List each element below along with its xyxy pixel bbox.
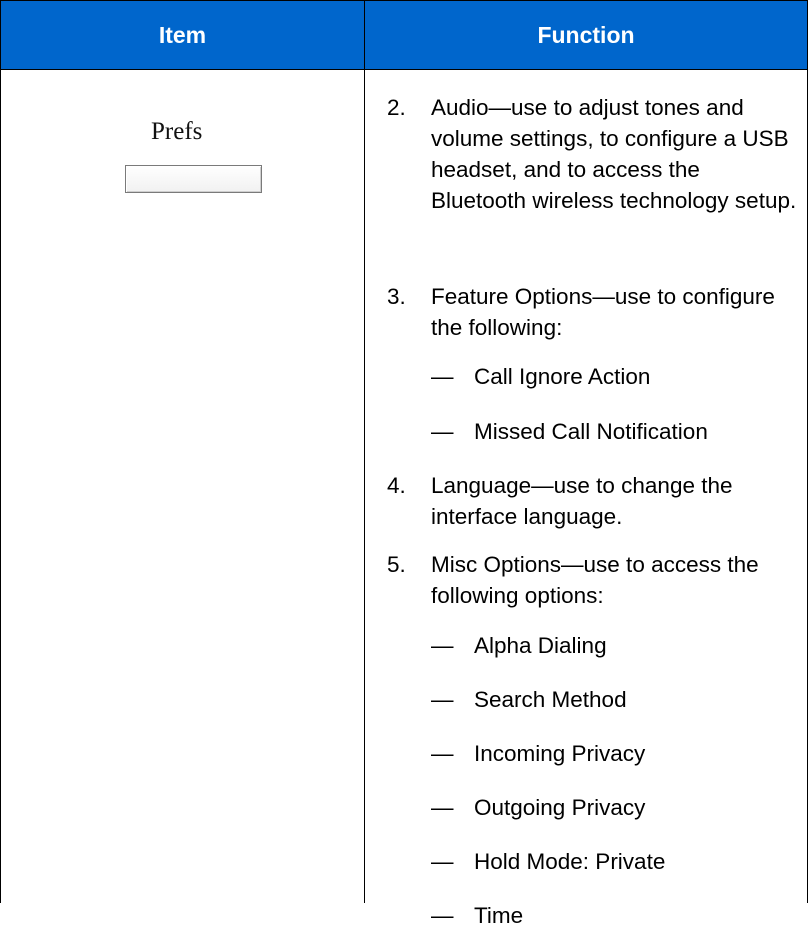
dash-marker: — xyxy=(431,364,454,389)
dash-marker: — xyxy=(431,795,454,820)
table-header: Item Function xyxy=(1,1,807,70)
dash-marker: — xyxy=(431,419,454,444)
dash-marker: — xyxy=(431,903,454,928)
header-item: Item xyxy=(1,1,365,69)
list-number: 5. xyxy=(387,552,406,577)
dash-marker: — xyxy=(431,687,454,712)
dash-marker: — xyxy=(431,633,454,658)
list-text: Missed Call Notification xyxy=(474,419,708,444)
function-table: Item Function Prefs 2. Audio—use to adju… xyxy=(0,0,808,928)
dash-marker: — xyxy=(431,849,454,874)
list-text: Outgoing Privacy xyxy=(474,795,646,820)
list-text: Language—use to change the interface lan… xyxy=(431,473,733,529)
list-number: 2. xyxy=(387,95,406,120)
prefs-key-label: Prefs xyxy=(151,118,203,145)
item-cell: Prefs xyxy=(1,70,365,903)
list-text: Incoming Privacy xyxy=(474,741,646,766)
list-number: 4. xyxy=(387,473,406,498)
prefs-key-button[interactable] xyxy=(125,165,262,193)
list-text: Time xyxy=(474,903,524,928)
header-function: Function xyxy=(537,21,635,48)
function-cell: 2. Audio—use to adjust tones and volume … xyxy=(365,70,807,928)
list-text: Misc Options—use to access the following… xyxy=(431,552,759,608)
list-text: Call Ignore Action xyxy=(474,364,651,389)
list-text: Hold Mode: Private xyxy=(474,849,666,874)
list-text: Alpha Dialing xyxy=(474,633,607,658)
dash-marker: — xyxy=(431,741,454,766)
table-body: Prefs 2. Audio—use to adjust tones and v… xyxy=(1,70,807,928)
list-text: Audio—use to adjust tones and volume set… xyxy=(431,95,797,213)
list-number: 3. xyxy=(387,284,406,309)
list-text: Feature Options—use to configure the fol… xyxy=(431,284,775,340)
list-text: Search Method xyxy=(474,687,627,712)
